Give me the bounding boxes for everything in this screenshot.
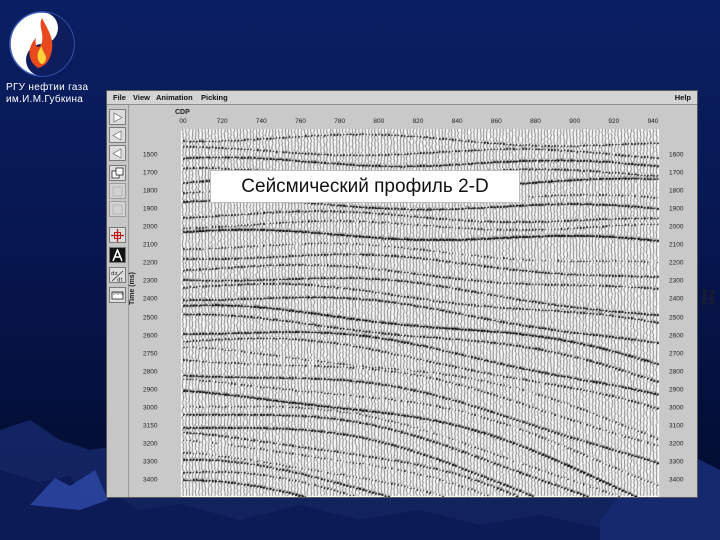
seismic-viewer-window: File View Animation Picking Help dx dt C… — [106, 90, 716, 498]
disabled-tool-icon — [112, 186, 123, 196]
x-tick-label: 900 — [569, 118, 581, 125]
x-tick-label: 720 — [216, 118, 228, 125]
duplicate-window-icon — [111, 167, 124, 178]
y-tick-label: 1500 — [143, 151, 158, 159]
x-tick-label: 800 — [373, 118, 385, 125]
y-tick-label: 2500 — [669, 314, 684, 321]
menu-animation[interactable]: Animation — [156, 93, 193, 102]
annotation-button[interactable] — [109, 247, 126, 263]
y-tick-label: 2800 — [669, 368, 684, 376]
disabled-tool-button[interactable] — [109, 183, 126, 199]
y-tick-label: 1600 — [669, 151, 684, 159]
y-tick-label: 2400 — [143, 295, 158, 303]
y-tick-label: 1800 — [143, 187, 158, 195]
play-forward-icon — [113, 111, 123, 123]
organization-name: РГУ нефтии газа им.И.М.Губкина — [6, 82, 106, 106]
y-tick-label: 2300 — [143, 277, 158, 285]
disabled-tool-button-2[interactable] — [109, 201, 126, 217]
step-back-icon — [112, 147, 122, 159]
org-name-line2: им.И.М.Губкина — [6, 94, 84, 105]
y-tick-label: 3300 — [669, 458, 684, 466]
y-tick-label: 3200 — [143, 440, 158, 448]
y-tick-label: 1700 — [669, 169, 684, 177]
y-tick-label: 3400 — [669, 476, 684, 484]
disabled-tool-icon — [112, 204, 123, 214]
y-tick-label: 2900 — [143, 386, 158, 394]
step-back-button[interactable] — [109, 127, 126, 143]
y-tick-label: 3400 — [143, 476, 158, 484]
zoom-crosshair-icon — [111, 228, 124, 242]
y-tick-label: 3000 — [143, 404, 158, 412]
x-tick-label: 880 — [530, 118, 541, 125]
duplicate-window-button[interactable] — [109, 165, 126, 181]
ruler-button[interactable] — [109, 287, 126, 303]
ruler-icon — [111, 291, 124, 299]
x-axis-label: CDP — [175, 109, 190, 116]
y-tick-label: 2600 — [143, 332, 158, 340]
y-tick-label: 2750 — [143, 350, 158, 358]
y-tick-label: 3100 — [669, 422, 684, 430]
y-tick-label: 2500 — [143, 314, 158, 321]
menu-file[interactable]: File — [113, 93, 126, 102]
play-forward-button[interactable] — [109, 109, 126, 125]
y-tick-label: 1900 — [669, 205, 684, 213]
y-tick-label: 1900 — [143, 205, 158, 213]
y-tick-label: 2700 — [669, 350, 684, 358]
x-tick-label: 920 — [608, 118, 620, 125]
menu-picking[interactable]: Picking — [201, 93, 228, 102]
y-tick-label: 3300 — [143, 458, 158, 466]
y-tick-label: 2900 — [669, 386, 684, 394]
y-axis-label-right: Time (ms) — [702, 288, 716, 305]
y-tick-label: 2000 — [143, 223, 158, 231]
dx-dt-icon: dx dt — [111, 270, 123, 282]
y-tick-label: 2200 — [669, 259, 684, 267]
step-back-icon — [112, 129, 122, 141]
x-tick-label: 860 — [490, 118, 502, 125]
y-tick-label: 2000 — [669, 223, 684, 231]
y-tick-label: 3200 — [669, 440, 684, 448]
tool-palette: dx dt — [107, 105, 129, 497]
flame-logo-icon — [9, 11, 75, 77]
menu-view[interactable]: View — [133, 93, 150, 102]
dx-dt-button[interactable]: dx dt — [109, 267, 126, 283]
y-tick-label: 2300 — [669, 277, 684, 285]
x-tick-label: 780 — [334, 118, 346, 125]
y-tick-label: 2800 — [143, 368, 158, 376]
x-tick-label: 740 — [255, 118, 267, 125]
y-tick-label: 2600 — [669, 332, 684, 340]
y-tick-label: 2100 — [669, 241, 684, 249]
annotation-A-icon — [112, 248, 123, 261]
x-tick-label: 840 — [451, 118, 463, 125]
y-tick-label: 1700 — [143, 169, 158, 177]
zoom-crosshair-button[interactable] — [109, 227, 126, 243]
slide-title: Сейсмический профиль 2-D — [210, 170, 520, 203]
y-axis-label-left: Time (ms) — [129, 272, 136, 305]
step-back-button-2[interactable] — [109, 145, 126, 161]
svg-text:dt: dt — [117, 277, 123, 282]
y-tick-label: 3000 — [669, 404, 684, 412]
y-tick-label: 3150 — [143, 422, 158, 430]
org-name-line1: РГУ нефтии газа — [6, 82, 89, 93]
seismic-plot: CDP 00 720 740 760 780 800 820 840 860 880 900 920 9… — [129, 105, 716, 497]
x-tick-label: 760 — [295, 118, 306, 125]
y-tick-label: 2400 — [669, 295, 684, 303]
y-tick-label: 2200 — [143, 259, 158, 267]
menu-bar: File View Animation Picking Help — [107, 91, 697, 105]
university-logo — [8, 10, 76, 78]
y-tick-label: 2100 — [143, 241, 158, 249]
menu-help[interactable]: Help — [675, 93, 691, 102]
y-tick-label: 1800 — [669, 187, 684, 195]
x-tick-label: 940 — [647, 118, 659, 125]
x-tick-label: 00 — [179, 118, 187, 125]
x-tick-label: 820 — [412, 118, 424, 125]
